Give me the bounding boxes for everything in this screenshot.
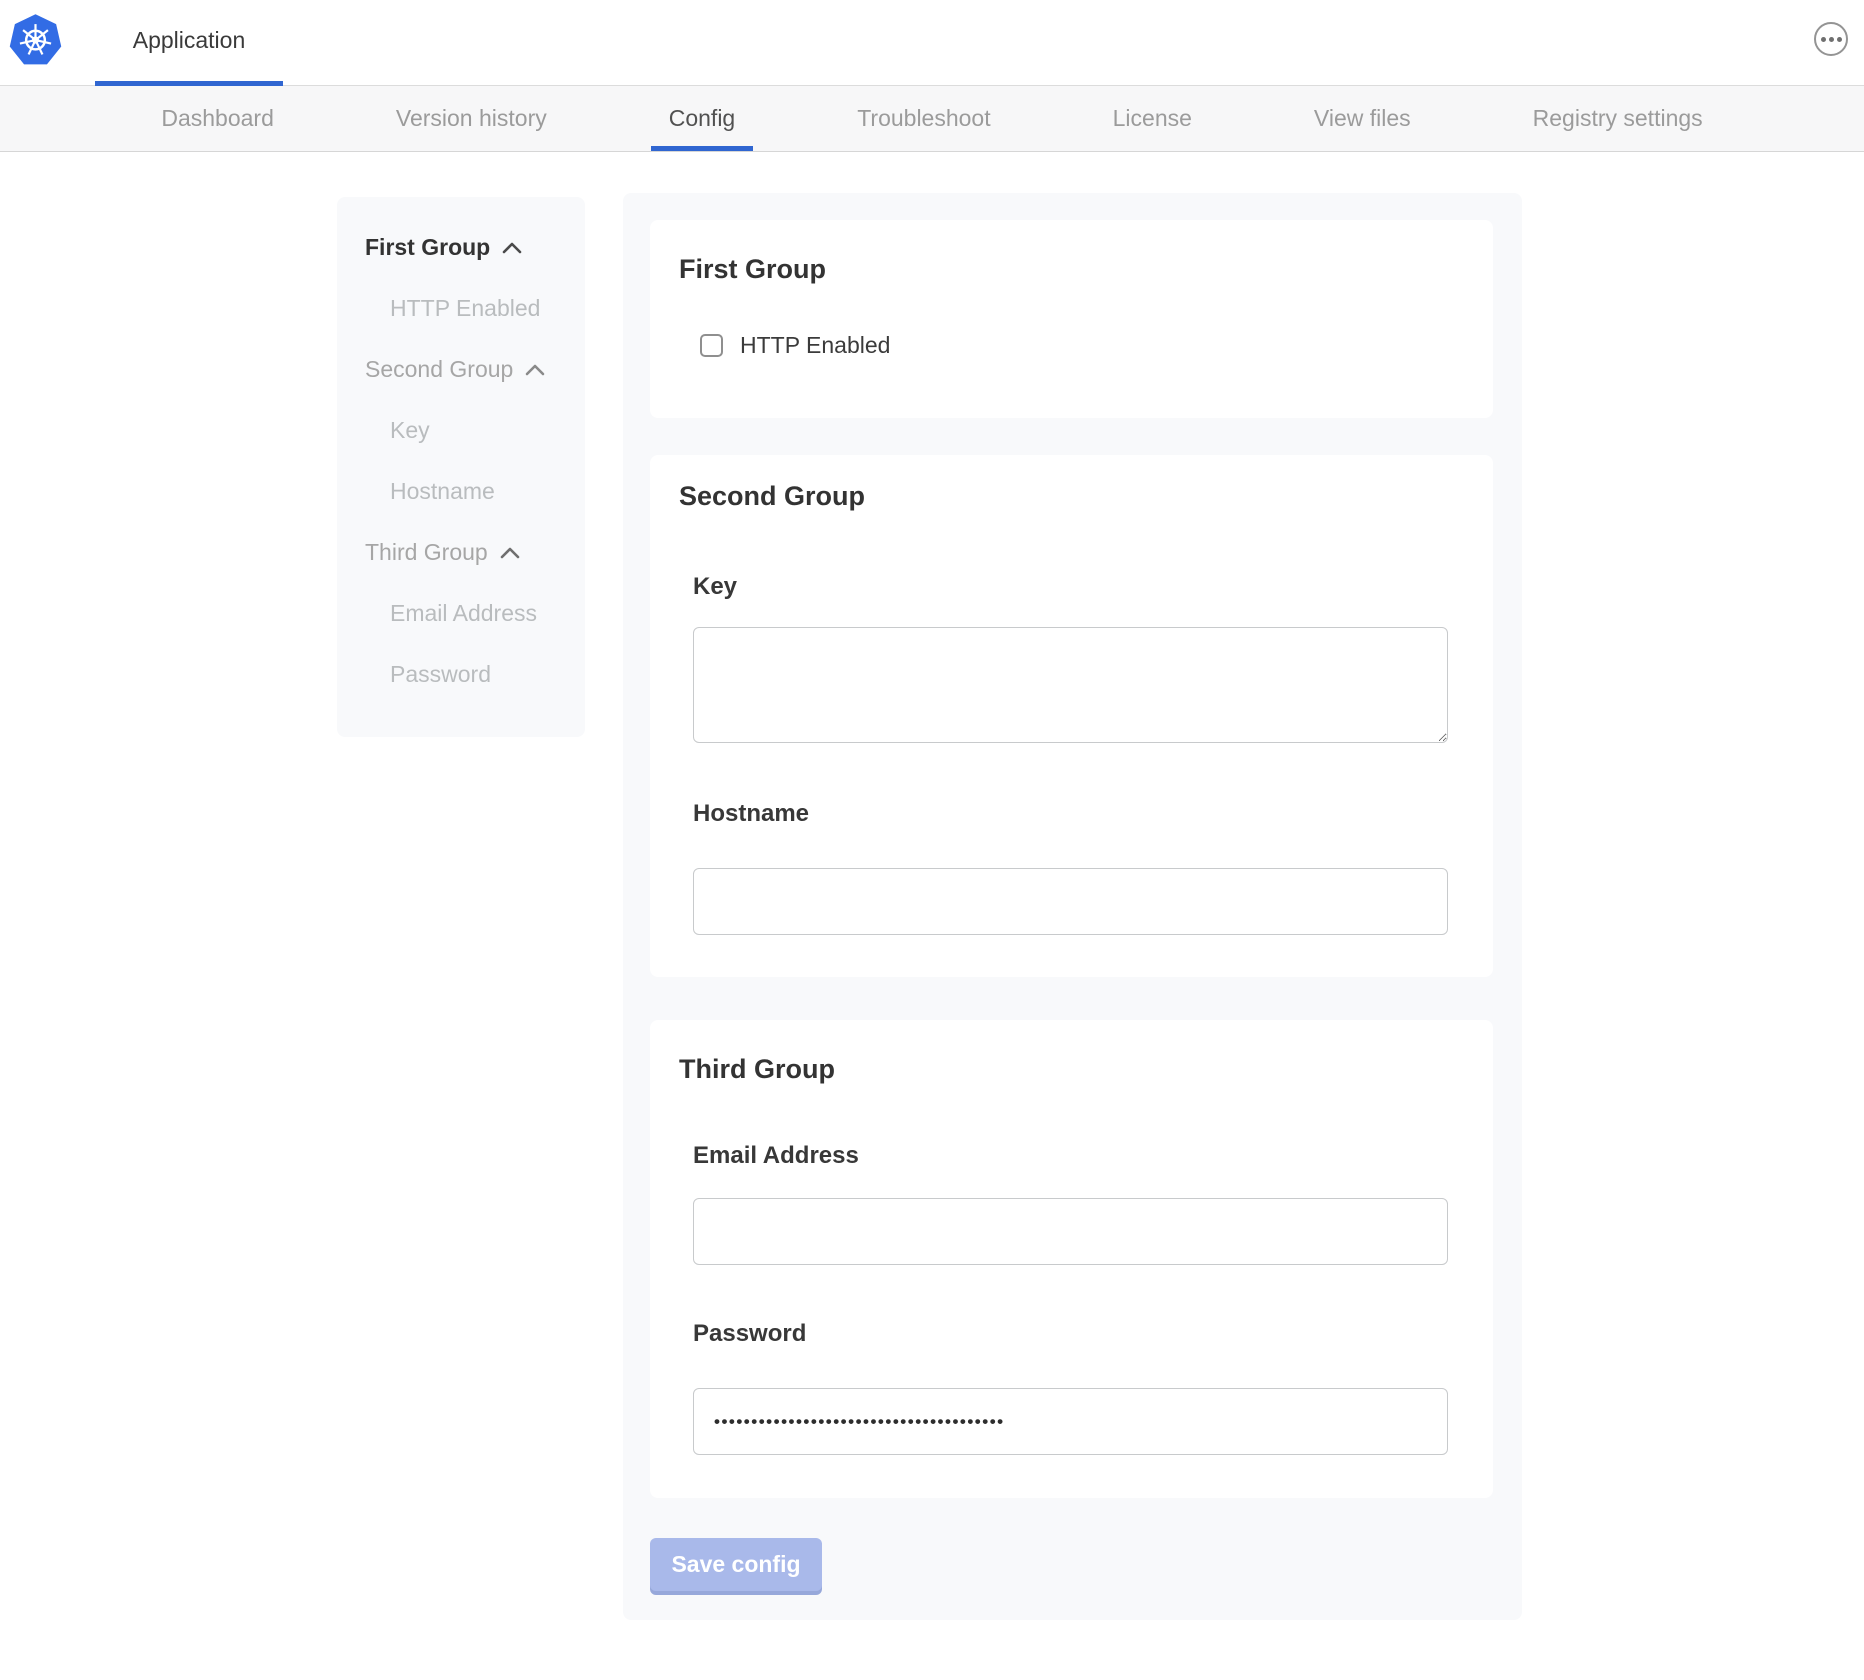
sidebar-item-email-address[interactable]: Email Address bbox=[365, 583, 585, 644]
hostname-label: Hostname bbox=[693, 800, 809, 828]
config-group-second: Second Group Key Hostname bbox=[650, 455, 1493, 977]
http-enabled-checkbox[interactable] bbox=[700, 334, 723, 357]
config-sidebar: First Group HTTP Enabled Second Group Ke… bbox=[337, 197, 585, 737]
sidebar-item-third-group[interactable]: Third Group bbox=[365, 522, 585, 583]
sidebar-item-label: Password bbox=[390, 661, 491, 688]
dot bbox=[1837, 37, 1842, 42]
tab-config[interactable]: Config bbox=[663, 86, 741, 151]
key-label: Key bbox=[693, 573, 737, 601]
group-title: Second Group bbox=[679, 481, 865, 512]
chevron-up-icon bbox=[500, 546, 520, 559]
tab-troubleshoot[interactable]: Troubleshoot bbox=[851, 86, 996, 151]
app-header: Application bbox=[0, 0, 1864, 86]
chevron-up-icon bbox=[525, 363, 545, 376]
app-subnav: Dashboard Version history Config Trouble… bbox=[0, 86, 1864, 152]
tab-dashboard[interactable]: Dashboard bbox=[155, 86, 280, 151]
config-panel: First Group HTTP Enabled Second Group Ke… bbox=[623, 193, 1522, 1620]
sidebar-item-password[interactable]: Password bbox=[365, 644, 585, 705]
tab-registry-settings[interactable]: Registry settings bbox=[1527, 86, 1709, 151]
hostname-input[interactable] bbox=[693, 868, 1448, 935]
http-enabled-field: HTTP Enabled bbox=[700, 332, 890, 359]
chevron-up-icon bbox=[502, 241, 522, 254]
group-title: Third Group bbox=[679, 1054, 835, 1085]
sidebar-item-http-enabled[interactable]: HTTP Enabled bbox=[365, 278, 585, 339]
tab-license[interactable]: License bbox=[1107, 86, 1198, 151]
http-enabled-label: HTTP Enabled bbox=[740, 332, 890, 359]
config-group-third: Third Group Email Address Password bbox=[650, 1020, 1493, 1498]
application-tab[interactable]: Application bbox=[95, 0, 283, 86]
tab-version-history[interactable]: Version history bbox=[390, 86, 553, 151]
sidebar-item-label: Email Address bbox=[390, 600, 537, 627]
ellipsis-menu-icon[interactable] bbox=[1814, 22, 1848, 56]
email-address-label: Email Address bbox=[693, 1142, 859, 1170]
key-textarea[interactable] bbox=[693, 627, 1448, 743]
dot bbox=[1821, 37, 1826, 42]
sidebar-item-label: Third Group bbox=[365, 539, 488, 566]
sidebar-item-key[interactable]: Key bbox=[365, 400, 585, 461]
email-address-input[interactable] bbox=[693, 1198, 1448, 1265]
sidebar-item-hostname[interactable]: Hostname bbox=[365, 461, 585, 522]
sidebar-item-second-group[interactable]: Second Group bbox=[365, 339, 585, 400]
sidebar-item-label: First Group bbox=[365, 234, 490, 261]
kubernetes-logo-icon bbox=[8, 12, 63, 67]
password-label: Password bbox=[693, 1320, 806, 1348]
sidebar-item-label: HTTP Enabled bbox=[390, 295, 540, 322]
sidebar-item-first-group[interactable]: First Group bbox=[365, 217, 585, 278]
save-config-button[interactable]: Save config bbox=[650, 1538, 822, 1591]
group-title: First Group bbox=[679, 254, 826, 285]
sidebar-item-label: Second Group bbox=[365, 356, 513, 383]
sidebar-item-label: Hostname bbox=[390, 478, 495, 505]
tab-view-files[interactable]: View files bbox=[1308, 86, 1417, 151]
config-page: Application Dashboard Version history Co… bbox=[0, 0, 1864, 1680]
dot bbox=[1829, 37, 1834, 42]
sidebar-item-label: Key bbox=[390, 417, 430, 444]
password-input[interactable] bbox=[693, 1388, 1448, 1455]
config-group-first: First Group HTTP Enabled bbox=[650, 220, 1493, 418]
